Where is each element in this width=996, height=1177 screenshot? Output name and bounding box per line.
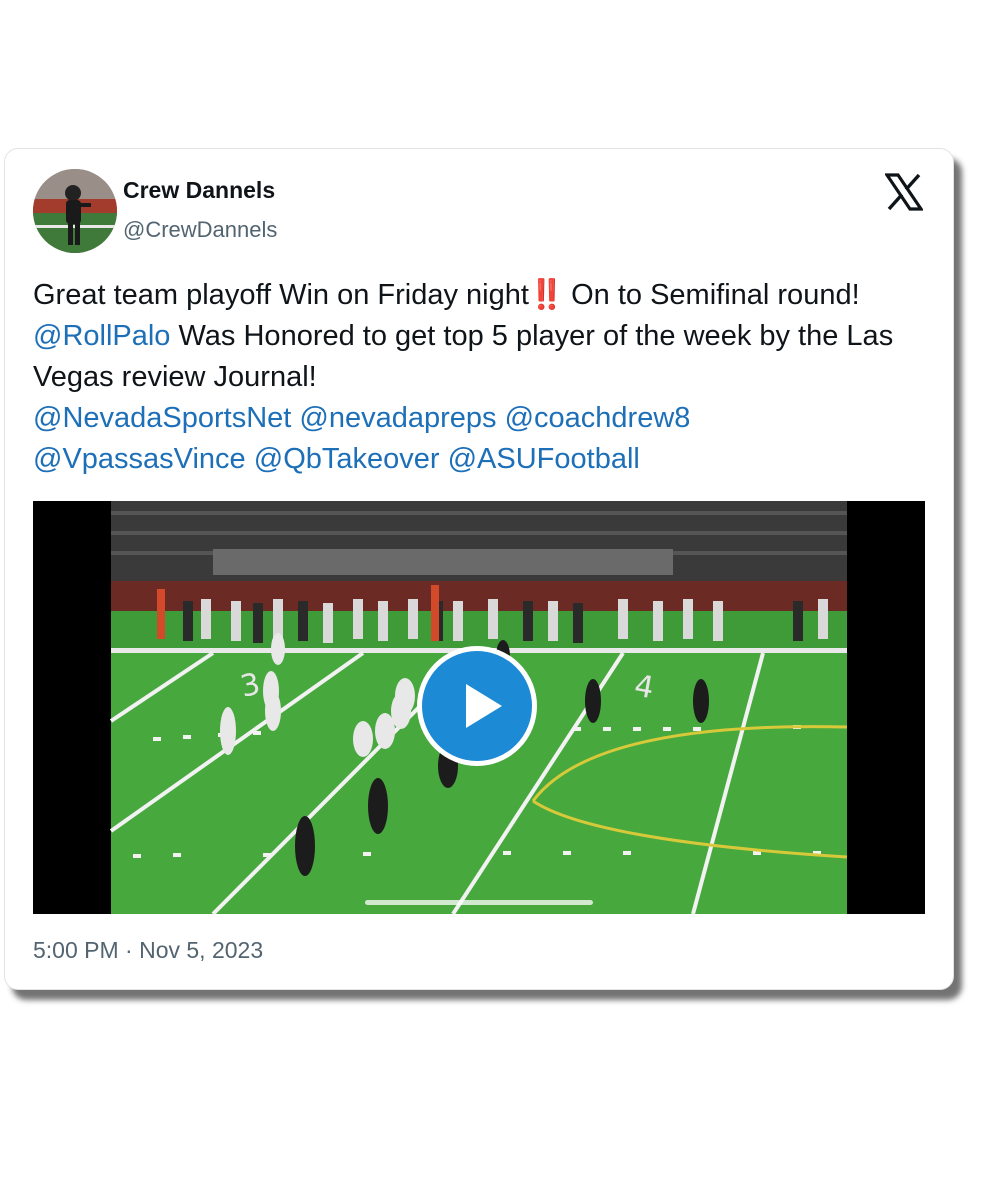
mention-link[interactable]: @coachdrew8 — [505, 402, 691, 434]
tweet-text: Great team playoff Win on Friday night‼️… — [33, 275, 923, 480]
double-exclamation-emoji: ‼️ — [528, 279, 565, 311]
mention-link[interactable]: @VpassasVince — [33, 443, 246, 475]
tweet-card[interactable]: Crew Dannels @CrewDannels Great team pla… — [4, 148, 954, 990]
tweet-text-part: Great team playoff Win on Friday night — [33, 279, 529, 311]
play-icon[interactable] — [417, 646, 537, 766]
mention-link[interactable]: @RollPalo — [33, 320, 170, 352]
mention-link[interactable]: @ASUFootball — [448, 443, 640, 475]
video-scrubber[interactable] — [365, 900, 593, 905]
mention-link[interactable]: @NevadaSportsNet — [33, 402, 291, 434]
author-name[interactable]: Crew Dannels — [123, 177, 275, 204]
avatar-image — [33, 169, 117, 253]
mention-link[interactable]: @QbTakeover — [254, 443, 440, 475]
author-handle[interactable]: @CrewDannels — [123, 217, 277, 243]
mention-link[interactable]: @nevadapreps — [299, 402, 496, 434]
x-logo-icon[interactable] — [883, 173, 925, 211]
avatar[interactable] — [33, 169, 117, 253]
tweet-timestamp[interactable]: 5:00 PM · Nov 5, 2023 — [33, 937, 263, 964]
tweet-text-part: On to Semifinal round! — [563, 279, 860, 311]
video-player[interactable]: 3 4 — [33, 501, 925, 914]
